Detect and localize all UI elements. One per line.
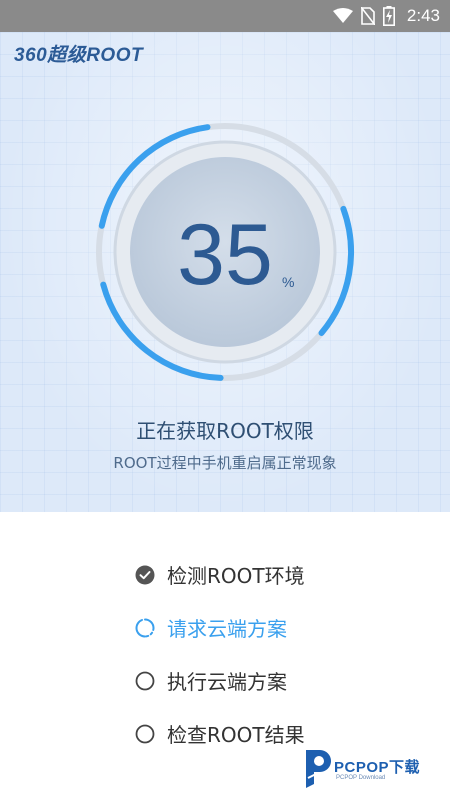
status-icons: 2:43 — [332, 0, 440, 32]
step-request-cloud-plan: 请求云端方案 — [135, 601, 305, 654]
check-circle-icon — [135, 565, 155, 584]
clock: 2:43 — [406, 6, 440, 25]
status-subtitle: ROOT过程中手机重启属正常现象 — [113, 454, 337, 472]
pcpop-logo-icon — [306, 750, 331, 788]
watermark: PCPOP下载 PCPOP Download — [302, 748, 442, 788]
loading-spinner-icon — [135, 618, 155, 637]
percent-unit: % — [282, 274, 295, 290]
progress-percent: 35 — [177, 207, 273, 303]
watermark-sub: PCPOP Download — [336, 775, 386, 781]
step-label: 执行云端方案 — [167, 670, 287, 694]
step-execute-cloud-plan: 执行云端方案 — [135, 654, 305, 707]
app-logo: 360超级ROOT — [14, 45, 144, 66]
root-steps-list: 检测ROOT环境 请求云端方案 执行云端方案 检查ROOT结果 — [135, 548, 305, 760]
no-sim-icon — [360, 7, 375, 25]
empty-circle-icon — [135, 724, 155, 743]
watermark-brand: PCPOP下载 — [334, 759, 421, 776]
status-bar: 2:43 — [0, 0, 450, 32]
step-label: 检查ROOT结果 — [167, 723, 305, 747]
step-detect-root-env: 检测ROOT环境 — [135, 548, 305, 601]
wifi-icon — [332, 8, 353, 23]
empty-circle-icon — [135, 671, 155, 690]
status-title: 正在获取ROOT权限 — [136, 419, 314, 443]
step-label: 检测ROOT环境 — [167, 564, 305, 588]
progress-panel: 360超级ROOT 35 % 正在获取ROOT权限 ROOT过程中手机重启属正常… — [0, 32, 450, 512]
step-label: 请求云端方案 — [167, 617, 287, 641]
battery-charging-icon — [382, 6, 395, 26]
step-check-root-result: 检查ROOT结果 — [135, 707, 305, 760]
